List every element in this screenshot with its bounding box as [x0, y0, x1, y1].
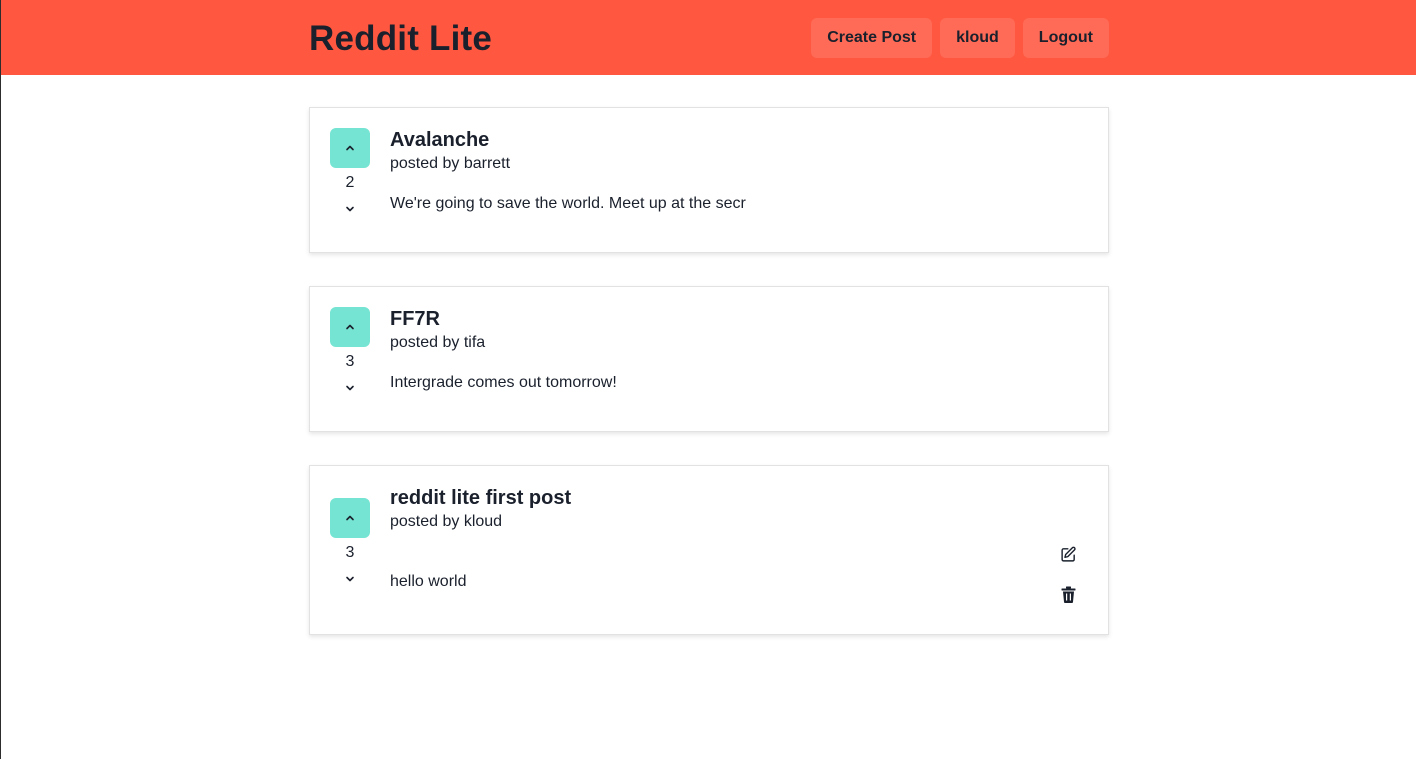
post-author: posted by barrett — [390, 155, 511, 172]
brand-title[interactable]: Reddit Lite — [309, 19, 492, 59]
post-card: 3 FF7R posted by tifa Intergrade comes o… — [309, 286, 1109, 432]
create-post-button[interactable]: Create Post — [811, 17, 933, 58]
edit-button[interactable] — [1058, 544, 1078, 564]
upvote-button[interactable] — [330, 128, 370, 168]
post-body: We're going to save the world. Meet up a… — [390, 195, 746, 212]
post-header: FF7R posted by tifa — [390, 307, 485, 355]
logout-button[interactable]: Logout — [1022, 17, 1109, 58]
vote-controls: 3 — [330, 307, 370, 399]
vote-controls: 2 — [330, 128, 370, 220]
edit-icon — [1060, 546, 1076, 562]
chevron-up-icon — [346, 515, 354, 521]
user-profile-button[interactable]: kloud — [940, 17, 1015, 58]
chevron-down-icon — [346, 385, 354, 391]
chevron-up-icon — [346, 145, 354, 151]
post-card: 2 Avalanche posted by barrett We're goin… — [309, 107, 1109, 253]
vote-score: 3 — [345, 544, 355, 561]
downvote-button[interactable] — [330, 377, 370, 399]
post-title[interactable]: reddit lite first post — [390, 486, 571, 510]
post-header: reddit lite first post posted by kloud — [390, 486, 571, 534]
trash-icon — [1061, 586, 1075, 603]
post-card: 3 reddit lite first post posted by kloud… — [309, 465, 1109, 635]
post-body: Intergrade comes out tomorrow! — [390, 374, 617, 391]
post-body: hello world — [390, 573, 467, 590]
post-feed: 2 Avalanche posted by barrett We're goin… — [309, 107, 1109, 668]
downvote-button[interactable] — [330, 568, 370, 590]
upvote-button[interactable] — [330, 307, 370, 347]
delete-button[interactable] — [1058, 584, 1078, 604]
upvote-button[interactable] — [330, 498, 370, 538]
vote-score: 2 — [345, 174, 355, 191]
post-author: posted by kloud — [390, 513, 503, 530]
post-header: Avalanche posted by barrett — [390, 128, 510, 176]
post-title[interactable]: FF7R — [390, 307, 485, 331]
post-author: posted by tifa — [390, 334, 486, 351]
nav-buttons: Create Post kloud Logout — [811, 17, 1109, 58]
chevron-down-icon — [346, 206, 354, 212]
chevron-up-icon — [346, 324, 354, 330]
post-title[interactable]: Avalanche — [390, 128, 510, 152]
vote-score: 3 — [345, 353, 355, 370]
downvote-button[interactable] — [330, 198, 370, 220]
vote-controls: 3 — [330, 498, 370, 590]
navbar-inner: Reddit Lite Create Post kloud Logout — [309, 0, 1109, 75]
chevron-down-icon — [346, 576, 354, 582]
navbar: Reddit Lite Create Post kloud Logout — [1, 0, 1416, 75]
